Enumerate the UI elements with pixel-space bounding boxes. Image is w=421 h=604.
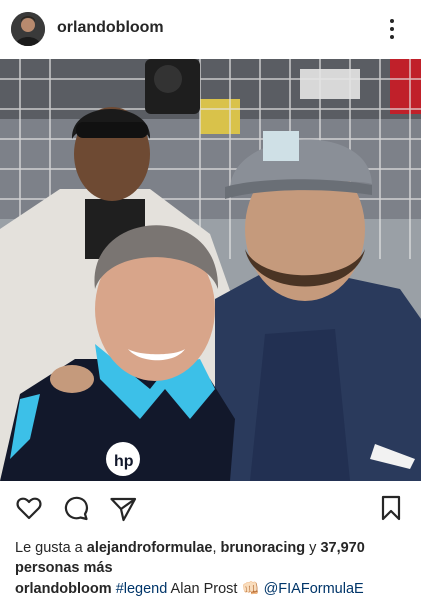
caption-emoji: 👊🏻 (241, 581, 260, 597)
post-actions (0, 481, 421, 536)
caption-hashtag[interactable]: #legend (116, 581, 168, 597)
likes-separator: , (212, 540, 217, 556)
likes-count[interactable]: 37,970 (320, 540, 364, 556)
caption-text: Alan Prost (170, 581, 238, 597)
caption-mention[interactable]: @FIAFormulaE (264, 581, 364, 597)
caption: orlandobloom #legend Alan Prost 👊🏻 @FIAF… (15, 579, 415, 599)
post-username[interactable]: orlandobloom (57, 19, 164, 37)
likes-suffix[interactable]: personas más (15, 560, 113, 576)
comment-icon[interactable] (61, 493, 91, 523)
bookmark-icon[interactable] (376, 493, 406, 523)
post-photo[interactable]: hp (0, 59, 421, 481)
liker-2[interactable]: brunoracing (221, 540, 306, 556)
avatar[interactable] (11, 12, 45, 46)
caption-username[interactable]: orlandobloom (15, 581, 112, 597)
likes-text: Le gusta a alejandroformulae, brunoracin… (15, 538, 410, 578)
more-options-icon[interactable] (384, 15, 400, 43)
likes-connector: y (309, 540, 317, 556)
heart-icon[interactable] (14, 493, 44, 523)
svg-text:hp: hp (114, 453, 134, 470)
post-header: orlandobloom (0, 0, 421, 58)
share-icon[interactable] (108, 493, 138, 523)
likes-prefix: Le gusta a (15, 540, 83, 556)
liker-1[interactable]: alejandroformulae (87, 540, 213, 556)
